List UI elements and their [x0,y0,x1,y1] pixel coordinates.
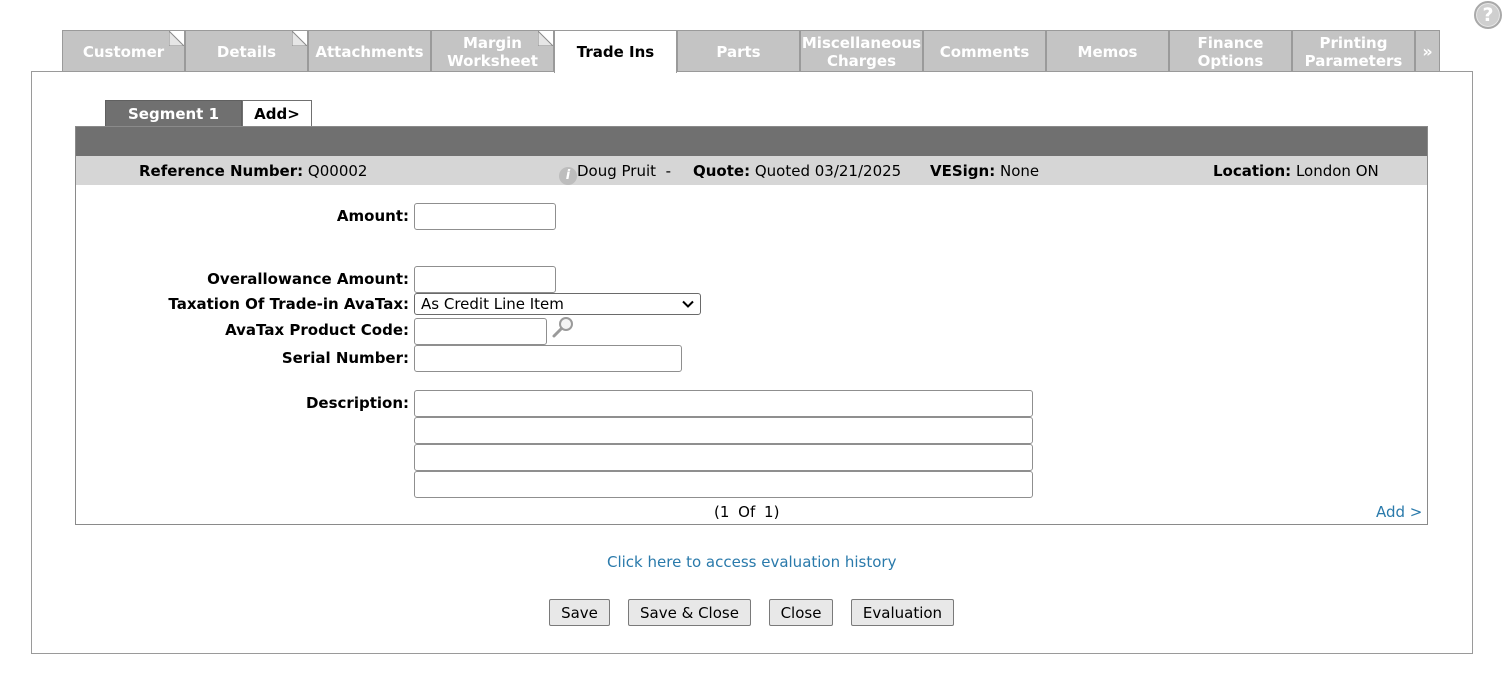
quote-info-bar: Reference Number: Q00002 i Doug Pruit - Q… [76,156,1427,185]
description-line-3[interactable] [414,444,1033,471]
tab-label: Attachments [315,42,424,61]
tab-label: Memos [1077,42,1138,61]
tab-customer[interactable]: Customer [62,30,185,72]
folded-corner-icon [169,31,184,46]
tab-details[interactable]: Details [185,30,308,72]
pager: (1 Of 1) [714,503,780,521]
tab-label: Comments [939,42,1030,61]
taxation-label: Taxation Of Trade-in AvaTax: [168,295,409,313]
tab-label: Miscellaneous Charges [801,33,922,70]
evaluation-history-link[interactable]: Click here to access evaluation history [607,553,896,571]
info-icon[interactable]: i [559,167,577,185]
tab-margin-worksheet[interactable]: Margin Worksheet [431,30,554,72]
reference-number: Reference Number: Q00002 [139,162,368,180]
help-icon[interactable]: ? [1474,1,1502,29]
vesign-status: VESign: None [930,162,1040,180]
product-code-input[interactable] [414,318,547,345]
description-label: Description: [305,394,409,412]
panel-header-bar [76,127,1427,156]
tab-label: Printing Parameters [1304,33,1403,70]
save-button[interactable]: Save [549,599,610,626]
overallowance-input[interactable] [414,266,556,293]
serial-number-input[interactable] [414,345,682,372]
close-button[interactable]: Close [769,599,833,626]
description-line-2[interactable] [414,417,1033,444]
tab-label: Finance Options [1197,33,1264,70]
tab-segment-1[interactable]: Segment 1 [105,100,242,127]
amount-input[interactable] [414,203,556,230]
product-code-label: AvaTax Product Code: [225,321,409,339]
main-tabbar: Customer Details Attachments Margin Workshe… [62,30,1442,73]
tab-attachments[interactable]: Attachments [308,30,431,72]
tab-comments[interactable]: Comments [923,30,1046,72]
folded-corner-icon [538,31,553,46]
amount-label: Amount: [336,207,409,225]
tab-parts[interactable]: Parts [677,30,800,72]
quote-status: Quote: Quoted 03/21/2025 [693,162,902,180]
chevron-down-icon [682,300,694,308]
tab-trade-ins[interactable]: Trade Ins [554,30,677,73]
tab-finance-options[interactable]: Finance Options [1169,30,1292,72]
tab-memos[interactable]: Memos [1046,30,1169,72]
tab-label: Details [216,42,277,61]
tab-label: Customer [82,42,165,61]
overallowance-label: Overallowance Amount: [207,270,409,288]
tab-miscellaneous-charges[interactable]: Miscellaneous Charges [800,30,923,72]
tab-label: Parts [716,42,761,61]
add-segment-tab[interactable]: Add> [242,100,312,127]
evaluation-button[interactable]: Evaluation [851,599,954,626]
search-icon[interactable] [551,316,575,340]
location-info: Location: London ON [1213,162,1379,180]
folded-corner-icon [292,31,307,46]
save-close-button[interactable]: Save & Close [628,599,751,626]
serial-label: Serial Number: [281,349,409,367]
description-line-4[interactable] [414,471,1033,498]
taxation-select[interactable]: As Credit Line Item [414,293,701,315]
more-tabs-button[interactable]: » [1415,30,1440,72]
add-trade-in-link[interactable]: Add > [1376,503,1422,521]
contact-info: i Doug Pruit - [559,162,671,185]
description-line-1[interactable] [414,390,1033,417]
tab-label: Margin Worksheet [447,33,538,70]
tab-printing-parameters[interactable]: Printing Parameters [1292,30,1415,72]
tab-label: Trade Ins [576,43,655,61]
